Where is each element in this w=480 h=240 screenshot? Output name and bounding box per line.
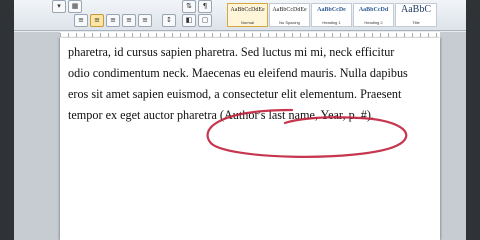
style-title[interactable]: AaBbC Title [395, 3, 437, 27]
app-window: ▾ ▦ ≡ ≡ ≡ ≡ ≡ ↕ ◧ ▢ ⇅ ¶ AaBbCcDdEe Norma… [0, 0, 480, 240]
justify-icon[interactable]: ≡ [138, 14, 152, 27]
align-right-icon[interactable]: ≡ [122, 14, 136, 27]
style-preview: AaBbCcDdEe [230, 7, 265, 13]
monitor-bezel-left [0, 0, 14, 240]
document-paragraph[interactable]: pharetra, id cursus sapien pharetra. Sed… [68, 42, 438, 126]
paragraph-group: ▾ ▦ ≡ ≡ ≡ ≡ ≡ ↕ ◧ ▢ ⇅ ¶ [14, 0, 214, 28]
style-normal[interactable]: AaBbCcDdEe Normal [227, 3, 268, 27]
style-heading-2[interactable]: AaBbCcDd Heading 2 [353, 3, 394, 27]
style-preview: AaBbCcDe [317, 7, 346, 13]
style-heading-1[interactable]: AaBbCcDe Heading 1 [311, 3, 352, 27]
sort-icon[interactable]: ⇅ [182, 0, 196, 13]
pilcrow-icon[interactable]: ¶ [198, 0, 212, 13]
ruler-ticks [60, 33, 440, 37]
style-no-spacing[interactable]: AaBbCcDdEe No Spacing [269, 3, 310, 27]
align-left-selected-icon[interactable]: ≡ [90, 14, 104, 27]
paragraph-line: eros sit amet sapien euismod, a consecte… [68, 87, 402, 101]
style-preview: AaBbC [401, 4, 431, 15]
line-spacing-icon[interactable]: ↕ [162, 14, 176, 27]
align-left-icon[interactable]: ≡ [74, 14, 88, 27]
paragraph-line: tempor ex eget auctor pharetra (Author's… [68, 108, 374, 122]
style-label: Heading 2 [364, 20, 383, 25]
shading-icon[interactable]: ▾ [52, 0, 66, 13]
style-label: Heading 1 [322, 20, 341, 25]
border-icon[interactable]: ▢ [198, 14, 212, 27]
paragraph-line: odio condimentum neck. Maecenas eu eleif… [68, 66, 408, 80]
fill-color-icon[interactable]: ◧ [182, 14, 196, 27]
styles-gallery: AaBbCcDdEe Normal AaBbCcDdEe No Spacing … [224, 1, 480, 29]
document-page[interactable]: pharetra, id cursus sapien pharetra. Sed… [60, 38, 440, 240]
style-label: Title [412, 20, 420, 25]
style-label: Normal [241, 20, 254, 25]
borders-icon[interactable]: ▦ [68, 0, 82, 13]
paragraph-line: pharetra, id cursus sapien pharetra. Sed… [68, 45, 395, 59]
align-center-icon[interactable]: ≡ [106, 14, 120, 27]
style-label: No Spacing [279, 20, 300, 25]
ribbon-toolbar: ▾ ▦ ≡ ≡ ≡ ≡ ≡ ↕ ◧ ▢ ⇅ ¶ AaBbCcDdEe Norma… [14, 0, 466, 31]
style-preview: AaBbCcDdEe [272, 7, 307, 13]
style-preview: AaBbCcDd [358, 7, 389, 13]
monitor-bezel-right [466, 0, 480, 240]
